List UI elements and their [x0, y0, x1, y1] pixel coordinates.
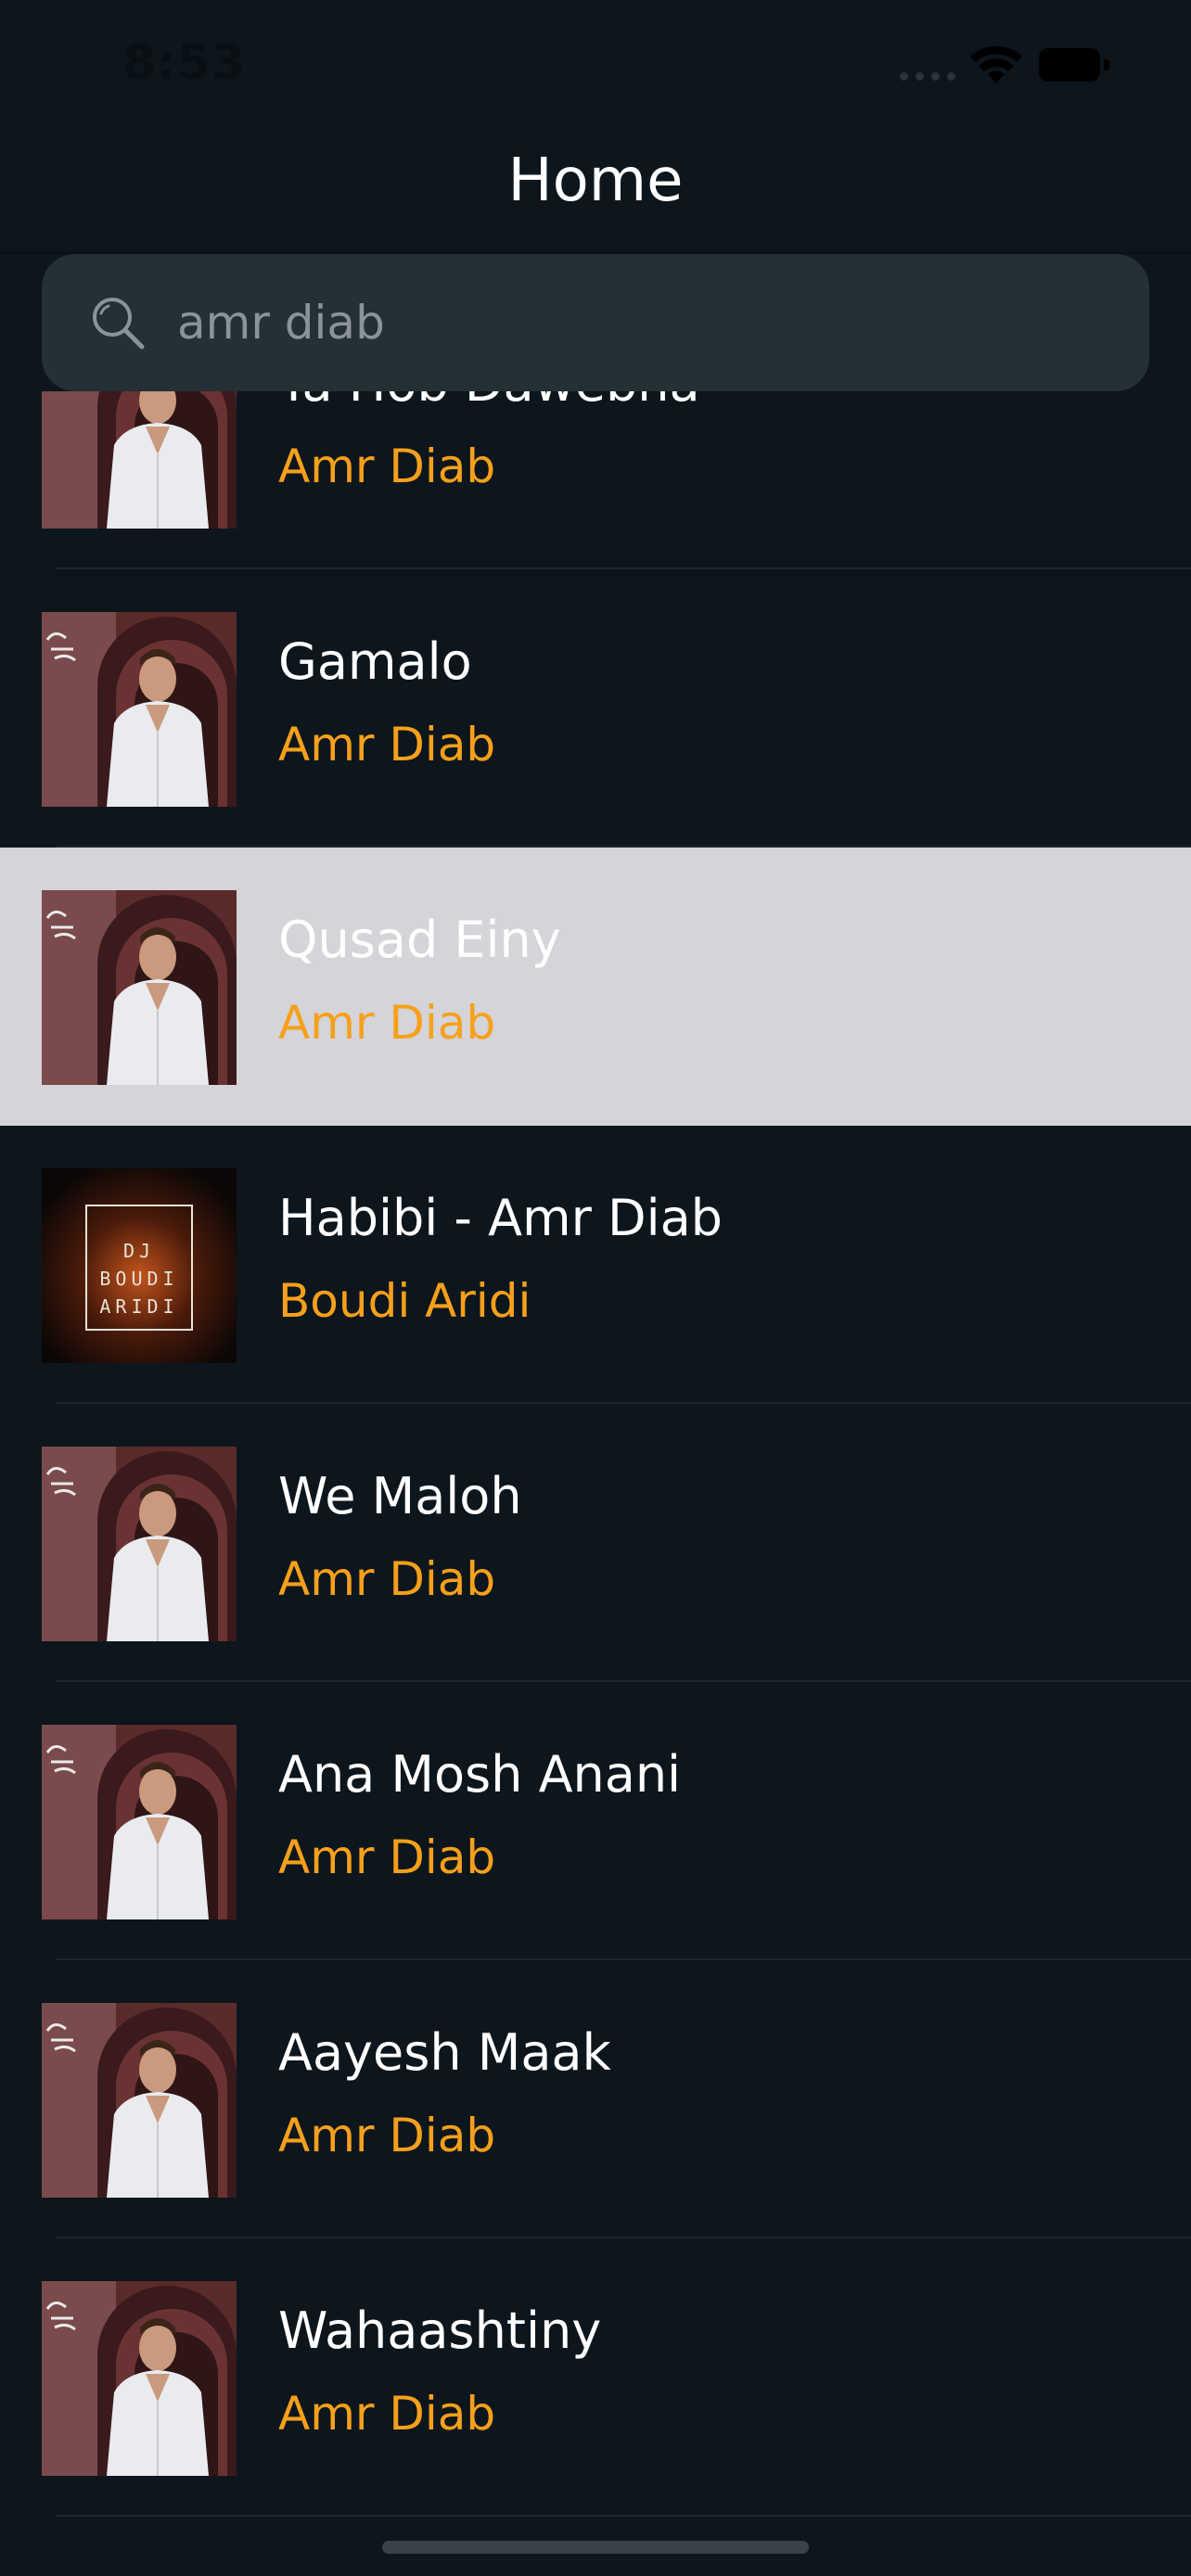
- album-cover-image: [42, 2281, 237, 2476]
- album-cover-image: [42, 391, 237, 529]
- album-cover-image: [42, 890, 237, 1085]
- song-title: Aayesh Maak: [278, 2023, 611, 2082]
- home-indicator[interactable]: [382, 2541, 809, 2554]
- album-cover-image: [42, 1447, 237, 1641]
- wifi-icon: [970, 46, 1022, 83]
- album-cover-image: [42, 2003, 237, 2198]
- song-artist: Amr Diab: [278, 1552, 496, 1606]
- search-icon: [93, 298, 145, 350]
- cover-text: ARIDI: [99, 1295, 178, 1318]
- song-title: Habibi - Amr Diab: [278, 1189, 723, 1247]
- row-divider: [56, 2515, 1191, 2517]
- battery-icon: [1039, 48, 1109, 82]
- song-row[interactable]: Aayesh Maak Amr Diab: [0, 1960, 1191, 2238]
- song-row[interactable]: Ana Mosh Anani Amr Diab: [0, 1682, 1191, 1960]
- song-title: Ya Hob Dawebna: [278, 391, 700, 413]
- page-title: Home: [507, 147, 684, 215]
- song-artist: Amr Diab: [278, 1830, 496, 1884]
- cellular-signal-icon: [900, 72, 955, 81]
- album-cover-image: [42, 612, 237, 807]
- song-row[interactable]: Wahaashtiny Amr Diab: [0, 2238, 1191, 2517]
- song-artist: Amr Diab: [278, 996, 496, 1050]
- song-row[interactable]: DJ BOUDI ARIDI Habibi - Amr Diab Boudi Aridi: [0, 1126, 1191, 1404]
- status-bar: 8:53: [0, 0, 1191, 139]
- song-artist: Amr Diab: [278, 2387, 496, 2441]
- song-artist: Boudi Aridi: [278, 1274, 531, 1328]
- song-row[interactable]: We Maloh Amr Diab: [0, 1404, 1191, 1682]
- cover-text: BOUDI: [99, 1268, 178, 1290]
- search-bar[interactable]: [42, 254, 1149, 391]
- song-title: Wahaashtiny: [278, 2302, 602, 2360]
- song-title: Qusad Einy: [278, 911, 561, 969]
- cover-text: DJ: [123, 1240, 155, 1262]
- album-cover-image: DJ BOUDI ARIDI: [42, 1168, 237, 1363]
- song-artist: Amr Diab: [278, 440, 496, 493]
- album-cover-image: [42, 1725, 237, 1919]
- song-title: Ana Mosh Anani: [278, 1745, 682, 1804]
- search-input[interactable]: [177, 289, 1086, 356]
- song-row[interactable]: Gamalo Amr Diab: [0, 569, 1191, 848]
- song-row[interactable]: Ya Hob Dawebna Amr Diab: [0, 391, 1191, 569]
- song-artist: Amr Diab: [278, 718, 496, 772]
- song-list[interactable]: Ya Hob DawebnaAmr DiabGamaloAmr DiabQusa…: [0, 391, 1191, 2576]
- song-title: We Maloh: [278, 1467, 522, 1525]
- song-artist: Amr Diab: [278, 2109, 496, 2162]
- song-row[interactable]: Qusad Einy Amr Diab: [0, 848, 1191, 1126]
- song-title: Gamalo: [278, 632, 472, 691]
- status-time: 8:53: [122, 35, 247, 91]
